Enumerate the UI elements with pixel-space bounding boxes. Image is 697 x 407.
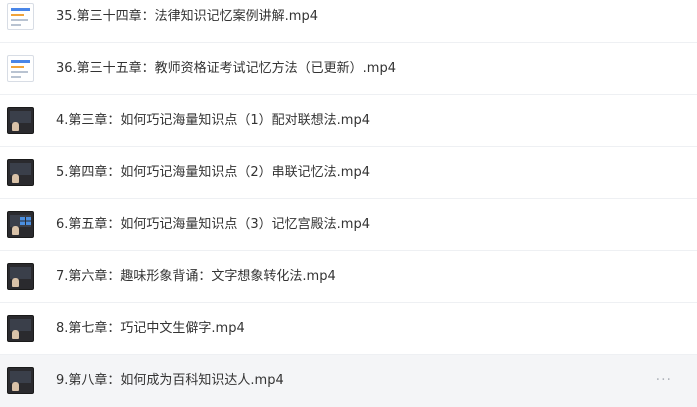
file-row-hovered[interactable]: 9.第八章：如何成为百科知识达人.mp4 ··· xyxy=(0,355,697,407)
file-name[interactable]: 6.第五章：如何巧记海量知识点（3）记忆宫殿法.mp4 xyxy=(56,215,370,235)
file-row[interactable]: 7.第六章：趣味形象背诵：文字想象转化法.mp4 xyxy=(0,251,697,303)
doc-thumbnail xyxy=(7,55,34,82)
file-row[interactable]: 5.第四章：如何巧记海量知识点（2）串联记忆法.mp4 xyxy=(0,147,697,199)
file-name[interactable]: 8.第七章：巧记中文生僻字.mp4 xyxy=(56,319,245,339)
file-name[interactable]: 5.第四章：如何巧记海量知识点（2）串联记忆法.mp4 xyxy=(56,163,370,183)
video-thumbnail xyxy=(7,315,34,342)
file-row[interactable]: 36.第三十五章：教师资格证考试记忆方法（已更新）.mp4 xyxy=(0,43,697,95)
file-name[interactable]: 35.第三十四章：法律知识记忆案例讲解.mp4 xyxy=(56,7,318,27)
file-list: 35.第三十四章：法律知识记忆案例讲解.mp4 36.第三十五章：教师资格证考试… xyxy=(0,0,697,407)
file-name[interactable]: 7.第六章：趣味形象背诵：文字想象转化法.mp4 xyxy=(56,267,336,287)
video-thumbnail xyxy=(7,263,34,290)
file-name[interactable]: 9.第八章：如何成为百科知识达人.mp4 xyxy=(56,371,284,391)
file-name[interactable]: 36.第三十五章：教师资格证考试记忆方法（已更新）.mp4 xyxy=(56,59,396,79)
file-row[interactable]: 4.第三章：如何巧记海量知识点（1）配对联想法.mp4 xyxy=(0,95,697,147)
more-options-icon[interactable]: ··· xyxy=(656,372,672,388)
doc-thumbnail xyxy=(7,3,34,30)
file-name[interactable]: 4.第三章：如何巧记海量知识点（1）配对联想法.mp4 xyxy=(56,111,370,131)
video-thumbnail-grid xyxy=(7,211,34,238)
file-row[interactable]: 8.第七章：巧记中文生僻字.mp4 xyxy=(0,303,697,355)
video-thumbnail xyxy=(7,367,34,394)
file-row[interactable]: 35.第三十四章：法律知识记忆案例讲解.mp4 xyxy=(0,0,697,43)
file-row[interactable]: 6.第五章：如何巧记海量知识点（3）记忆宫殿法.mp4 xyxy=(0,199,697,251)
video-thumbnail xyxy=(7,159,34,186)
video-thumbnail xyxy=(7,107,34,134)
